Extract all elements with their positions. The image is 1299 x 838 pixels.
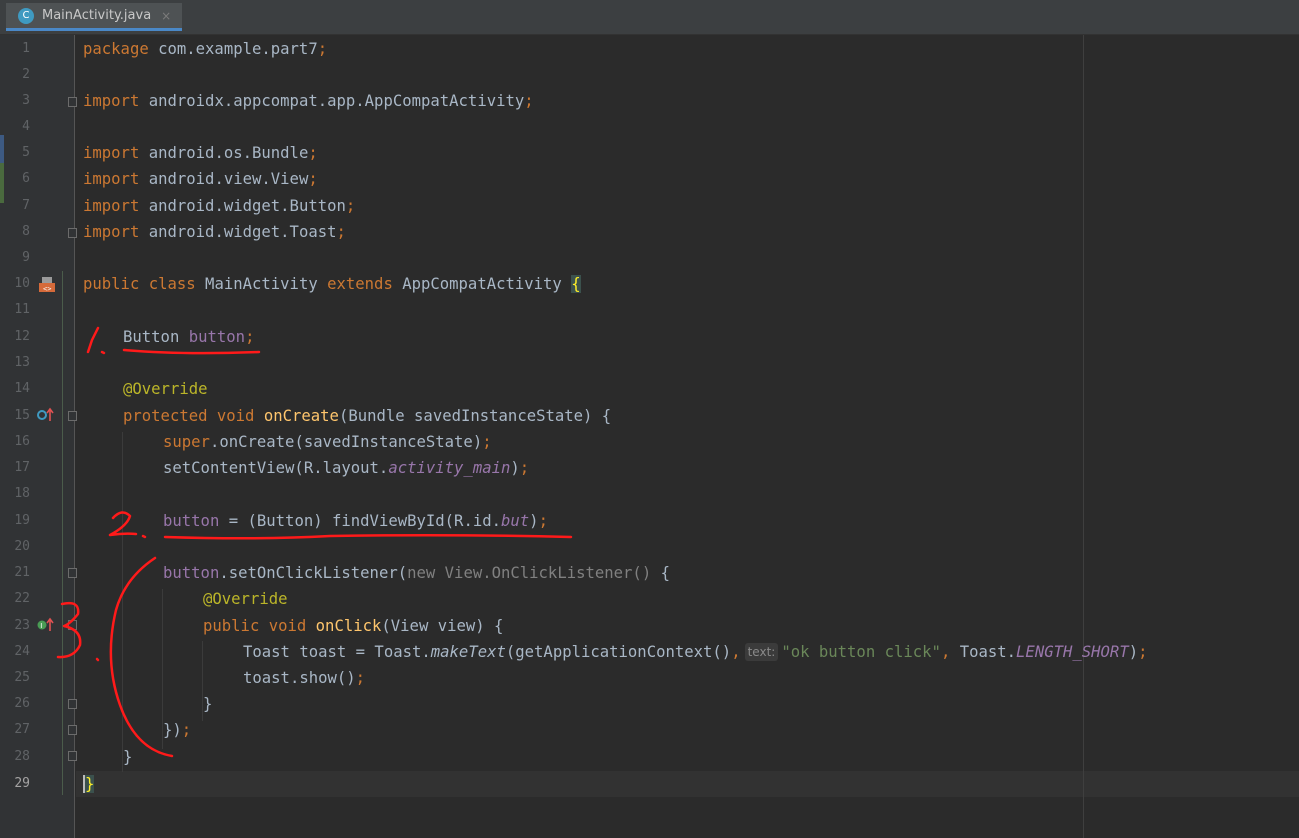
code-line-19[interactable]: button = (Button) findViewById(R.id.but)… (163, 508, 548, 534)
right-margin-guide (1083, 35, 1084, 838)
line-number[interactable]: 7 (0, 193, 30, 219)
line-number[interactable]: 28 (0, 744, 30, 770)
svg-text:<>: <> (43, 285, 51, 293)
code-line-25[interactable]: toast.show(); (243, 665, 365, 691)
line-number[interactable]: 27 (0, 717, 30, 743)
line-number[interactable]: 10 (0, 271, 30, 297)
line-number[interactable]: 13 (0, 350, 30, 376)
line-number[interactable]: 17 (0, 455, 30, 481)
line-number[interactable]: 24 (0, 639, 30, 665)
tab-mainactivity[interactable]: C MainActivity.java × (6, 3, 182, 31)
line-number[interactable]: 18 (0, 481, 30, 507)
code-line-21[interactable]: button.setOnClickListener(new View.OnCli… (163, 560, 670, 586)
override-up-arrow-icon[interactable] (37, 407, 55, 423)
parameter-hint: text: (744, 643, 779, 661)
line-number[interactable]: 8 (0, 219, 30, 245)
line-number[interactable]: 25 (0, 665, 30, 691)
line-number[interactable]: 14 (0, 376, 30, 402)
code-line-8[interactable]: import android.widget.Toast; (83, 219, 346, 245)
code-line-17[interactable]: setContentView(R.layout.activity_main); (163, 455, 529, 481)
code-line-28[interactable]: } (123, 744, 132, 770)
code-line-6[interactable]: import android.view.View; (83, 166, 318, 192)
code-line-12[interactable]: Button button; (123, 324, 254, 350)
code-line-24[interactable]: Toast toast = Toast.makeText(getApplicat… (243, 639, 1148, 665)
line-number[interactable]: 5 (0, 140, 30, 166)
code-line-16[interactable]: super.onCreate(savedInstanceState); (163, 429, 492, 455)
line-number[interactable]: 3 (0, 88, 30, 114)
tab-label: MainActivity.java (42, 8, 152, 23)
code-line-15[interactable]: protected void onCreate(Bundle savedInst… (123, 403, 611, 429)
line-number[interactable]: 11 (0, 297, 30, 323)
code-line-5[interactable]: import android.os.Bundle; (83, 140, 318, 166)
current-line-highlight (76, 771, 1299, 797)
java-class-icon: C (18, 7, 34, 24)
code-line-29[interactable]: } (83, 771, 95, 797)
line-number[interactable]: 2 (0, 62, 30, 88)
code-line-23[interactable]: public void onClick(View view) { (203, 613, 503, 639)
code-line-3[interactable]: import androidx.appcompat.app.AppCompatA… (83, 88, 534, 114)
line-number[interactable]: 26 (0, 691, 30, 717)
layout-preview-icon[interactable]: <> (37, 276, 57, 294)
line-number-gutter[interactable]: 1 2 3 4 5 6 7 8 9 10 11 12 13 14 15 16 17 18 19 20 21 22 23 24 2… (0, 35, 77, 838)
class-scope-guide (62, 271, 63, 795)
line-number[interactable]: 23 (0, 613, 30, 639)
line-number[interactable]: 4 (0, 114, 30, 140)
line-number[interactable]: 12 (0, 324, 30, 350)
line-number[interactable]: 15 (0, 403, 30, 429)
code-line-27[interactable]: }); (163, 717, 191, 743)
code-line-7[interactable]: import android.widget.Button; (83, 193, 355, 219)
code-editor[interactable]: package com.example.part7; import androi… (62, 35, 1299, 838)
close-icon[interactable]: × (161, 9, 171, 23)
code-line-22[interactable]: @Override (203, 586, 288, 612)
code-line-1[interactable]: package com.example.part7; (83, 36, 327, 62)
line-number[interactable]: 21 (0, 560, 30, 586)
code-line-10[interactable]: public class MainActivity extends AppCom… (83, 271, 581, 297)
line-number[interactable]: 19 (0, 508, 30, 534)
implements-up-arrow-icon[interactable]: I (37, 617, 55, 633)
line-number[interactable]: 22 (0, 586, 30, 612)
line-number[interactable]: 29 (0, 771, 30, 797)
line-number[interactable]: 20 (0, 534, 30, 560)
line-number[interactable]: 1 (0, 36, 30, 62)
svg-text:I: I (40, 622, 42, 630)
line-number[interactable]: 6 (0, 166, 30, 192)
line-number[interactable]: 9 (0, 245, 30, 271)
code-line-26[interactable]: } (203, 691, 212, 717)
indent-guide (122, 432, 123, 772)
line-number[interactable]: 16 (0, 429, 30, 455)
editor-tab-bar: C MainActivity.java × (0, 0, 1299, 35)
code-line-14[interactable]: @Override (123, 376, 208, 402)
